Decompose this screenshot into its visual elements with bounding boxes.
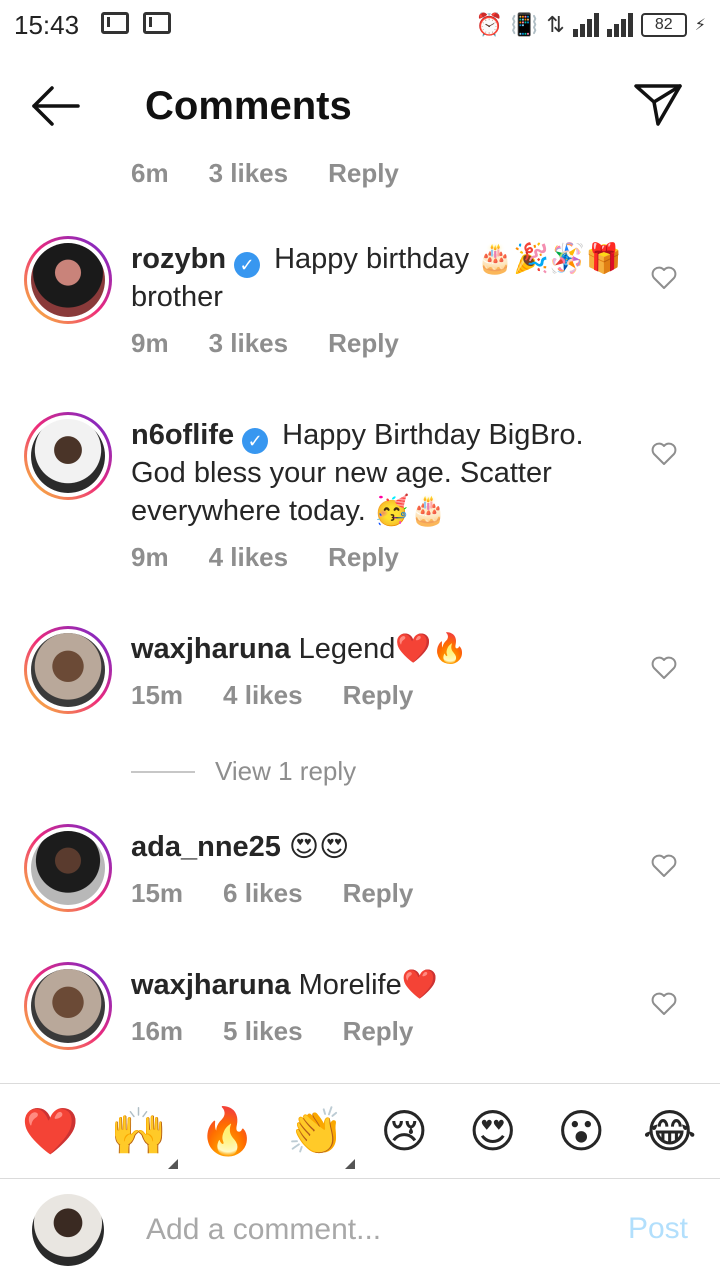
comment-username[interactable]: waxjharuna (131, 633, 291, 665)
comment-meta: 9m 4 likes Reply (131, 542, 631, 573)
emoji-heart-eyes[interactable]: 😍 (458, 1104, 528, 1158)
comment-text: waxjharuna Legend❤️🔥 (131, 630, 631, 668)
emoji-laughing-face[interactable]: 😂 (635, 1104, 705, 1158)
verified-badge-icon: ✓ (234, 252, 261, 278)
divider (131, 770, 195, 773)
signal-strength-icon (606, 13, 633, 37)
comment-composer: Post (0, 1180, 720, 1280)
gmail-icon (143, 12, 171, 34)
alarm-icon: ⏰ (475, 12, 503, 37)
header: Comments (0, 60, 720, 150)
avatar[interactable] (24, 236, 112, 324)
comment-text: rozybn ✓ Happy birthday 🎂🎉🪅🎁 brother (131, 240, 631, 316)
comment-likes[interactable]: 3 likes (209, 328, 289, 359)
gmail-icon (101, 12, 129, 34)
battery-level: 82 (654, 16, 673, 33)
back-button[interactable] (28, 84, 84, 128)
emoji-crying-face[interactable]: 😢 (369, 1104, 439, 1158)
avatar[interactable] (24, 962, 112, 1050)
send-icon (634, 84, 682, 126)
skin-tone-indicator (167, 1158, 178, 1169)
comment-likes[interactable]: 6 likes (223, 878, 303, 909)
comment-meta: 16m 5 likes Reply (131, 1016, 631, 1047)
comment-message: Morelife❤️ (298, 969, 438, 1001)
vibrate-icon: 📳 (510, 12, 539, 37)
emoji-fire[interactable]: 🔥 (192, 1104, 262, 1159)
signal-strength-icon (572, 13, 599, 37)
page-title: Comments (145, 84, 352, 128)
reply-button[interactable]: Reply (328, 542, 399, 573)
emoji-surprised-face[interactable]: 😮 (546, 1104, 616, 1158)
comment-time: 15m (131, 878, 184, 908)
post-button[interactable]: Post (628, 1212, 688, 1246)
emoji-clapping-hands[interactable]: 👏 (281, 1104, 355, 1169)
reply-button[interactable]: Reply (343, 680, 414, 711)
comment-username[interactable]: rozybn (131, 243, 226, 275)
comment-message: 😍😍 (288, 831, 350, 863)
comment-likes[interactable]: 4 likes (209, 542, 289, 573)
status-time: 15:43 (14, 10, 80, 40)
comment-time: 16m (131, 1016, 184, 1046)
comment-likes[interactable]: 4 likes (223, 680, 303, 711)
comment-username[interactable]: waxjharuna (131, 969, 291, 1001)
comment-likes[interactable]: 5 likes (223, 1016, 303, 1047)
comment-meta: 15m 6 likes Reply (131, 878, 631, 909)
comment-meta: 15m 4 likes Reply (131, 680, 631, 711)
comment-username[interactable]: n6oflife (131, 419, 234, 451)
like-heart-icon[interactable] (650, 264, 678, 292)
view-replies-label: View 1 reply (215, 756, 357, 786)
reply-button[interactable]: Reply (328, 158, 399, 189)
comment-text: n6oflife ✓ Happy Birthday BigBro. God bles… (131, 416, 631, 530)
comment-text: waxjharuna Morelife❤️ (131, 966, 631, 1004)
comment-text: ada_nne25 😍😍 (131, 828, 631, 866)
comment-time: 6m (131, 158, 169, 188)
emoji-raised-hands[interactable]: 🙌 (104, 1104, 178, 1169)
share-button[interactable] (632, 78, 684, 130)
reply-button[interactable]: Reply (328, 328, 399, 359)
avatar[interactable] (24, 824, 112, 912)
like-heart-icon[interactable] (650, 654, 678, 682)
avatar (32, 1194, 104, 1266)
like-heart-icon[interactable] (650, 852, 678, 880)
battery-icon: 82 (640, 13, 687, 37)
emoji-clapping-glyph: 👏 (287, 1104, 345, 1157)
status-bar: 15:43 ⏰ 📳 ⇅ 82 ⚡ (0, 0, 720, 50)
comment-username[interactable]: ada_nne25 (131, 831, 281, 863)
comment-message: Legend❤️🔥 (298, 633, 468, 665)
view-replies-button[interactable]: View 1 reply (131, 756, 356, 787)
arrow-left-icon (32, 86, 80, 126)
comment-meta: 9m 3 likes Reply (131, 328, 631, 359)
comment-meta: 6m 3 likes Reply (131, 158, 399, 189)
emoji-raised-hands-glyph: 🙌 (110, 1104, 168, 1157)
avatar[interactable] (24, 412, 112, 500)
charging-icon: ⚡ (694, 17, 706, 34)
comment-time: 9m (131, 328, 169, 358)
like-heart-icon[interactable] (650, 440, 678, 468)
comment-time: 9m (131, 542, 169, 572)
emoji-quick-bar: ❤️ 🙌 🔥 👏 😢 😍 😮 😂 (0, 1083, 720, 1179)
comment-input[interactable] (146, 1208, 586, 1252)
comment-time: 15m (131, 680, 184, 710)
like-heart-icon[interactable] (650, 990, 678, 1018)
avatar[interactable] (24, 626, 112, 714)
skin-tone-indicator (344, 1158, 355, 1169)
reply-button[interactable]: Reply (343, 878, 414, 909)
data-transfer-icon: ⇅ (546, 12, 565, 37)
comment-likes[interactable]: 3 likes (209, 158, 289, 189)
reply-button[interactable]: Reply (343, 1016, 414, 1047)
verified-badge-icon: ✓ (242, 428, 269, 454)
emoji-heart[interactable]: ❤️ (15, 1104, 85, 1159)
